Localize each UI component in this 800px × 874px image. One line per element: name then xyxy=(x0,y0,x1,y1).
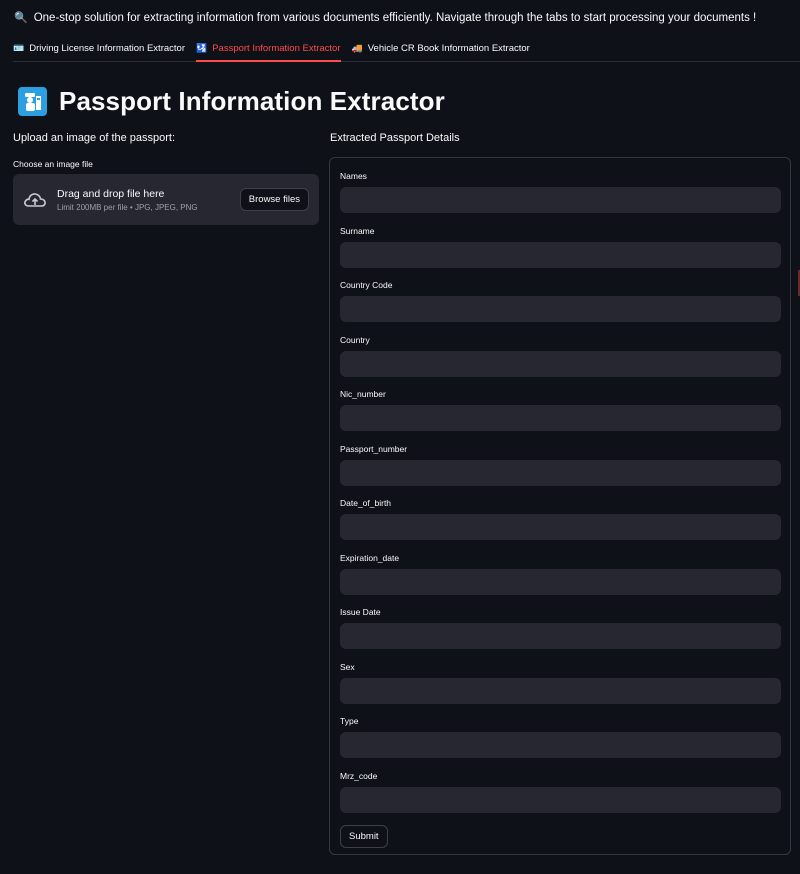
date-of-birth-input[interactable] xyxy=(340,514,781,540)
issue-date-input[interactable] xyxy=(340,623,781,649)
cloud-upload-icon xyxy=(23,190,47,210)
mrz-code-input[interactable] xyxy=(340,786,781,813)
country-code-input[interactable] xyxy=(340,296,781,322)
field-passport-number: Passport_number xyxy=(340,443,781,499)
id-card-icon: 🪪 xyxy=(13,43,25,53)
drop-instruction: Drag and drop file here xyxy=(57,187,165,200)
submit-button[interactable]: Submit xyxy=(340,825,388,848)
field-expiration-date: Expiration_date xyxy=(340,552,781,608)
passport-control-icon: 🛂 xyxy=(195,43,208,53)
tab-label: Vehicle CR Book Information Extractor xyxy=(367,43,530,54)
tab-bar: 🪪 Driving License Information Extractor … xyxy=(13,38,800,62)
page-title: Passport Information Extractor xyxy=(59,86,445,116)
tab-driving-license[interactable]: 🪪 Driving License Information Extractor xyxy=(13,38,185,62)
field-label: Issue Date xyxy=(340,607,381,617)
field-label: Nic_number xyxy=(340,389,386,399)
field-type: Type xyxy=(340,716,781,771)
field-label: Names xyxy=(340,171,367,181)
field-surname: Surname xyxy=(340,225,781,281)
names-input[interactable] xyxy=(340,187,781,213)
country-input[interactable] xyxy=(340,350,781,377)
tab-passport[interactable]: 🛂 Passport Information Extractor xyxy=(195,38,341,62)
magnifier-icon: 🔍 xyxy=(14,12,28,24)
app-page: 🔍 One-stop solution for extracting infor… xyxy=(0,0,800,874)
field-label: Passport_number xyxy=(340,443,408,454)
field-label: Date_of_birth xyxy=(340,498,392,508)
field-label: Mrz_code xyxy=(340,770,378,781)
passport-number-input[interactable] xyxy=(340,459,781,486)
field-label: Type xyxy=(340,716,359,726)
surname-input[interactable] xyxy=(340,241,781,268)
field-sex: Sex xyxy=(340,661,781,717)
file-dropzone[interactable]: Drag and drop file here Limit 200MB per … xyxy=(13,174,319,225)
field-issue-date: Issue Date xyxy=(340,607,781,662)
field-nic-number: Nic_number xyxy=(340,389,781,444)
field-names: Names xyxy=(340,171,781,226)
upload-section: Upload an image of the passport: Choose … xyxy=(13,132,319,225)
browse-files-button[interactable]: Browse files xyxy=(239,188,309,211)
field-label: Expiration_date xyxy=(340,552,400,563)
field-label: Sex xyxy=(340,661,355,672)
field-country-code: Country Code xyxy=(340,280,781,335)
field-country: Country xyxy=(340,334,781,390)
passport-control-icon xyxy=(18,87,47,116)
intro-text: One-stop solution for extracting informa… xyxy=(33,11,757,24)
dropzone-text: Drag and drop file here Limit 200MB per … xyxy=(57,188,240,212)
sex-input[interactable] xyxy=(340,677,781,704)
page-header: Passport Information Extractor xyxy=(18,86,445,117)
details-heading: Extracted Passport Details xyxy=(330,132,460,144)
file-limit-text: Limit 200MB per file • JPG, JPEG, PNG xyxy=(57,202,198,212)
file-uploader-label: Choose an image file xyxy=(13,159,93,169)
intro-banner: 🔍 One-stop solution for extracting infor… xyxy=(14,11,757,25)
field-label: Country Code xyxy=(340,280,393,290)
type-input[interactable] xyxy=(340,732,781,758)
upload-heading: Upload an image of the passport: xyxy=(13,132,176,144)
field-mrz-code: Mrz_code xyxy=(340,770,781,826)
tab-label: Driving License Information Extractor xyxy=(29,43,185,54)
truck-icon: 🚚 xyxy=(351,43,363,53)
field-label: Surname xyxy=(340,225,375,236)
field-date-of-birth: Date_of_birth xyxy=(340,498,781,553)
field-label: Country xyxy=(340,334,370,345)
nic-number-input[interactable] xyxy=(340,405,781,431)
passport-details-form: Names Surname Country Code Country Nic_n… xyxy=(329,157,791,855)
expiration-date-input[interactable] xyxy=(340,568,781,595)
tab-label: Passport Information Extractor xyxy=(212,43,341,54)
tab-vehicle-cr-book[interactable]: 🚚 Vehicle CR Book Information Extractor xyxy=(352,38,530,62)
